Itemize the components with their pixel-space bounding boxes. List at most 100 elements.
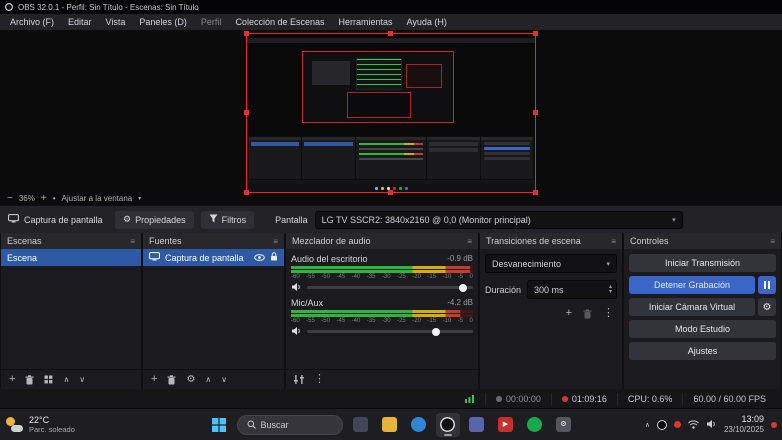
- taskbar-icon-settings[interactable]: ⚙: [552, 413, 576, 437]
- wifi-icon[interactable]: [688, 416, 699, 434]
- transition-properties-button[interactable]: ⋮: [603, 308, 614, 319]
- lock-icon[interactable]: [270, 252, 278, 263]
- menu-coleccion-de-escenas[interactable]: Colección de Escenas: [228, 14, 331, 30]
- window-title: OBS 32.0.1 - Perfil: Sin Título - Escena…: [18, 2, 199, 12]
- start-button[interactable]: [207, 413, 231, 437]
- sources-dock-header[interactable]: Fuentes ≡: [143, 233, 284, 249]
- menu-herramientas[interactable]: Herramientas: [332, 14, 400, 30]
- fit-to-window-button[interactable]: Ajustar a la ventana: [62, 194, 133, 203]
- taskbar-icon-task-view[interactable]: [349, 413, 373, 437]
- dock-menu-icon[interactable]: ≡: [611, 237, 616, 246]
- visibility-eye-icon[interactable]: [254, 253, 265, 263]
- mixer-options-icon[interactable]: ⋮: [314, 374, 325, 385]
- taskbar-icon-edge[interactable]: [407, 413, 431, 437]
- duration-spinbox[interactable]: 300 ms ▴ ▾: [527, 280, 617, 299]
- scene-grid-mode-button[interactable]: [44, 375, 53, 384]
- remove-source-button[interactable]: [167, 374, 176, 385]
- transform-handle-bottom-left[interactable]: [244, 190, 249, 195]
- menu-editar[interactable]: Editar: [61, 14, 99, 30]
- remove-scene-button[interactable]: [25, 374, 34, 385]
- menu-perfil[interactable]: Perfil: [194, 14, 229, 30]
- scene-move-up-button[interactable]: ∧: [63, 375, 69, 384]
- transform-handle-top-left[interactable]: [244, 31, 249, 36]
- recording-tray-icon[interactable]: [673, 421, 681, 428]
- weather-widget[interactable]: 22°C Parc. soleado: [6, 415, 75, 434]
- mini-sources-dock: [302, 137, 355, 179]
- menu-ayuda[interactable]: Ayuda (H): [400, 14, 454, 30]
- mini-obs-docks: [247, 136, 535, 180]
- add-scene-button[interactable]: +: [9, 374, 15, 385]
- taskbar-search[interactable]: Buscar: [236, 414, 343, 435]
- advanced-audio-properties-icon[interactable]: [294, 375, 304, 384]
- dock-menu-icon[interactable]: ≡: [467, 237, 472, 246]
- remove-transition-button[interactable]: [583, 308, 592, 319]
- scene-list-item[interactable]: Escena: [1, 249, 141, 266]
- add-source-button[interactable]: +: [151, 374, 157, 385]
- spin-down-icon[interactable]: ▾: [609, 289, 612, 295]
- transition-select[interactable]: Desvanecimiento ▾: [485, 254, 617, 273]
- meter-scale-tick: -25: [397, 274, 406, 280]
- pause-recording-button[interactable]: [758, 276, 776, 294]
- volume-slider-handle[interactable]: [459, 283, 468, 292]
- menu-vista[interactable]: Vista: [99, 14, 133, 30]
- settings-button[interactable]: Ajustes: [629, 342, 776, 360]
- stop-recording-button[interactable]: Detener Grabación: [629, 276, 755, 294]
- source-move-up-button[interactable]: ∧: [205, 375, 211, 384]
- source-list-item[interactable]: Captura de pantalla: [143, 249, 284, 266]
- volume-icon[interactable]: [706, 416, 717, 434]
- tray-chevron-up-icon[interactable]: ∧: [645, 421, 650, 429]
- speaker-icon[interactable]: [291, 279, 302, 297]
- filters-button[interactable]: Filtros: [200, 210, 255, 229]
- start-streaming-button[interactable]: Iniciar Transmisión: [629, 254, 776, 272]
- transitions-dock-header[interactable]: Transiciones de escena ≡: [480, 233, 622, 249]
- transform-handle-top-right[interactable]: [533, 31, 538, 36]
- controls-dock: Controles ≡ Iniciar Transmisión Detener …: [624, 233, 781, 389]
- zoom-in-button[interactable]: +: [41, 193, 47, 203]
- menu-paneles[interactable]: Paneles (D): [132, 14, 194, 30]
- preview-area: − 36% + • Ajustar a la ventana ▾: [0, 30, 782, 205]
- notification-badge[interactable]: [771, 421, 777, 428]
- transform-handle-middle-right[interactable]: [533, 110, 538, 115]
- display-select[interactable]: LG TV SSCR2: 3840x2160 @ 0,0 (Monitor pr…: [314, 210, 683, 229]
- chevron-down-icon[interactable]: ▾: [138, 195, 141, 202]
- speaker-icon[interactable]: [291, 323, 302, 341]
- taskbar-icon-obs-studio[interactable]: [435, 412, 460, 437]
- dock-menu-icon[interactable]: ≡: [770, 237, 775, 246]
- obs-tray-icon[interactable]: [656, 419, 667, 430]
- scenes-dock-header[interactable]: Escenas ≡: [1, 233, 141, 249]
- taskbar-icon-file-explorer[interactable]: [378, 413, 402, 437]
- studio-mode-button[interactable]: Modo Estudio: [629, 320, 776, 338]
- controls-dock-title: Controles: [630, 236, 669, 246]
- taskbar-clock[interactable]: 13:09 23/10/2025: [724, 414, 764, 435]
- transform-handle-bottom-center[interactable]: [388, 190, 393, 195]
- transition-select-value: Desvanecimiento: [492, 258, 562, 269]
- volume-slider[interactable]: [307, 327, 473, 336]
- spinbox-arrows[interactable]: ▴ ▾: [609, 284, 612, 295]
- properties-button[interactable]: ⚙ Propiedades: [115, 210, 194, 229]
- volume-slider-handle[interactable]: [432, 327, 441, 336]
- taskbar-app-icons: ▶ ⚙: [349, 412, 576, 437]
- taskbar-icon-spotify[interactable]: [523, 413, 547, 437]
- volume-slider[interactable]: [307, 283, 473, 292]
- transform-handle-top-center[interactable]: [388, 31, 393, 36]
- transform-handle-middle-left[interactable]: [244, 110, 249, 115]
- meter-scale-tick: -55: [306, 318, 315, 324]
- transform-handle-bottom-right[interactable]: [533, 190, 538, 195]
- menu-archivo[interactable]: Archivo (F): [3, 14, 61, 30]
- screen-capture-source[interactable]: [244, 31, 538, 195]
- taskbar-icon-discord[interactable]: [465, 413, 489, 437]
- controls-dock-header[interactable]: Controles ≡: [624, 233, 781, 249]
- mixer-dock-header[interactable]: Mezclador de audio ≡: [286, 233, 478, 249]
- clock-date: 23/10/2025: [723, 425, 764, 435]
- taskbar-icon-youtube[interactable]: ▶: [494, 413, 518, 437]
- source-properties-button[interactable]: ⚙: [186, 374, 195, 385]
- add-transition-button[interactable]: +: [566, 308, 572, 319]
- dock-menu-icon[interactable]: ≡: [273, 237, 278, 246]
- start-virtual-camera-button[interactable]: Iniciar Cámara Virtual: [629, 298, 755, 316]
- virtual-camera-settings-button[interactable]: ⚙: [758, 298, 776, 316]
- zoom-out-button[interactable]: −: [7, 193, 13, 203]
- source-move-down-button[interactable]: ∨: [221, 375, 227, 384]
- dock-menu-icon[interactable]: ≡: [130, 237, 135, 246]
- scene-move-down-button[interactable]: ∨: [79, 375, 85, 384]
- mini-window-red: [406, 64, 442, 88]
